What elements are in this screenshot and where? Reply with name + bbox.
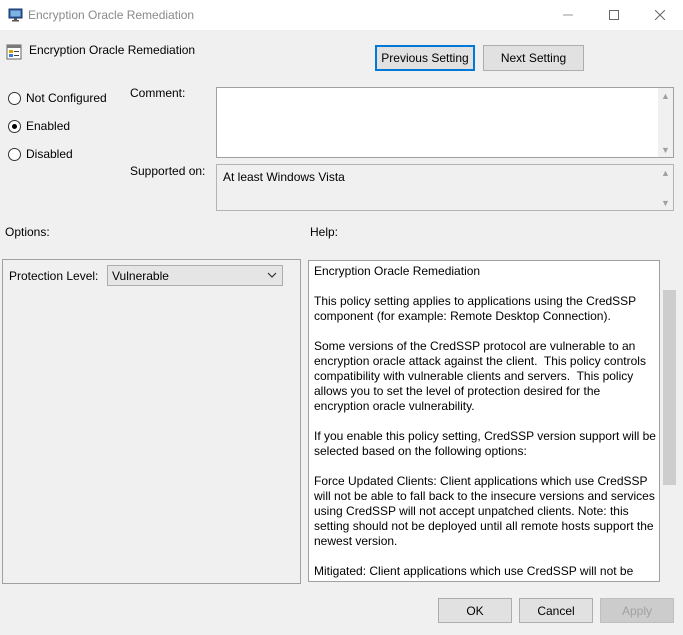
- help-paragraph: This policy setting applies to applicati…: [314, 294, 640, 323]
- minimize-button[interactable]: [545, 0, 591, 30]
- scroll-up-icon[interactable]: ▲: [658, 165, 673, 180]
- close-icon: [655, 10, 665, 20]
- supported-scrollbar[interactable]: ▲ ▼: [658, 165, 673, 210]
- radio-label: Not Configured: [26, 91, 107, 105]
- enabled-radio[interactable]: Enabled: [8, 119, 70, 133]
- help-paragraph: If you enable this policy setting, CredS…: [314, 429, 660, 458]
- cancel-button[interactable]: Cancel: [519, 598, 593, 623]
- apply-button[interactable]: Apply: [600, 598, 674, 623]
- scroll-down-icon[interactable]: ▼: [658, 195, 673, 210]
- help-paragraph: Force Updated Clients: Client applicatio…: [314, 474, 659, 548]
- title-bar: Encryption Oracle Remediation: [0, 0, 683, 30]
- protection-level-value: Vulnerable: [112, 269, 169, 283]
- radio-label: Enabled: [26, 119, 71, 133]
- minimize-icon: [563, 14, 573, 16]
- next-setting-button[interactable]: Next Setting: [483, 45, 584, 71]
- comment-scrollbar[interactable]: ▲ ▼: [658, 88, 673, 157]
- protection-level-select[interactable]: Vulnerable: [107, 265, 283, 286]
- previous-setting-button[interactable]: Previous Setting: [375, 45, 475, 71]
- comment-label: Comment:: [130, 86, 186, 100]
- help-text-panel: Encryption Oracle Remediation This polic…: [308, 260, 660, 582]
- options-label: Options:: [5, 225, 50, 239]
- ok-button[interactable]: OK: [438, 598, 512, 623]
- help-paragraph: Encryption Oracle Remediation: [314, 264, 481, 278]
- not-configured-radio[interactable]: Not Configured: [8, 91, 107, 105]
- protection-level-label: Protection Level:: [9, 269, 99, 283]
- help-text: Encryption Oracle Remediation This polic…: [314, 264, 660, 581]
- scroll-down-icon[interactable]: ▼: [658, 142, 673, 157]
- chevron-down-icon: [267, 272, 277, 278]
- comment-textarea[interactable]: ▲ ▼: [216, 87, 674, 158]
- supported-on-label: Supported on:: [130, 164, 206, 178]
- radio-label: Disabled: [26, 147, 73, 161]
- policy-setting-icon: [6, 44, 22, 60]
- window-title: Encryption Oracle Remediation: [28, 8, 195, 22]
- help-scrollbar[interactable]: [661, 260, 678, 582]
- maximize-icon: [609, 10, 619, 20]
- radio-circle[interactable]: [8, 119, 21, 133]
- help-paragraph: Some versions of the CredSSP protocol ar…: [314, 339, 650, 413]
- close-button[interactable]: [637, 0, 683, 30]
- maximize-button[interactable]: [591, 0, 637, 30]
- radio-circle[interactable]: [8, 147, 21, 161]
- scroll-thumb[interactable]: [663, 290, 676, 485]
- supported-on-box: At least Windows Vista ▲ ▼: [216, 164, 674, 211]
- scroll-up-icon[interactable]: ▲: [658, 88, 673, 103]
- options-panel: Protection Level: Vulnerable: [2, 259, 301, 584]
- disabled-radio[interactable]: Disabled: [8, 147, 73, 161]
- help-label: Help:: [310, 225, 339, 239]
- supported-on-value: At least Windows Vista: [223, 170, 345, 184]
- policy-name: Encryption Oracle Remediation: [29, 43, 196, 57]
- help-paragraph: Mitigated: Client applications which use…: [314, 564, 634, 581]
- monitor-icon: [8, 8, 23, 22]
- radio-circle[interactable]: [8, 91, 21, 105]
